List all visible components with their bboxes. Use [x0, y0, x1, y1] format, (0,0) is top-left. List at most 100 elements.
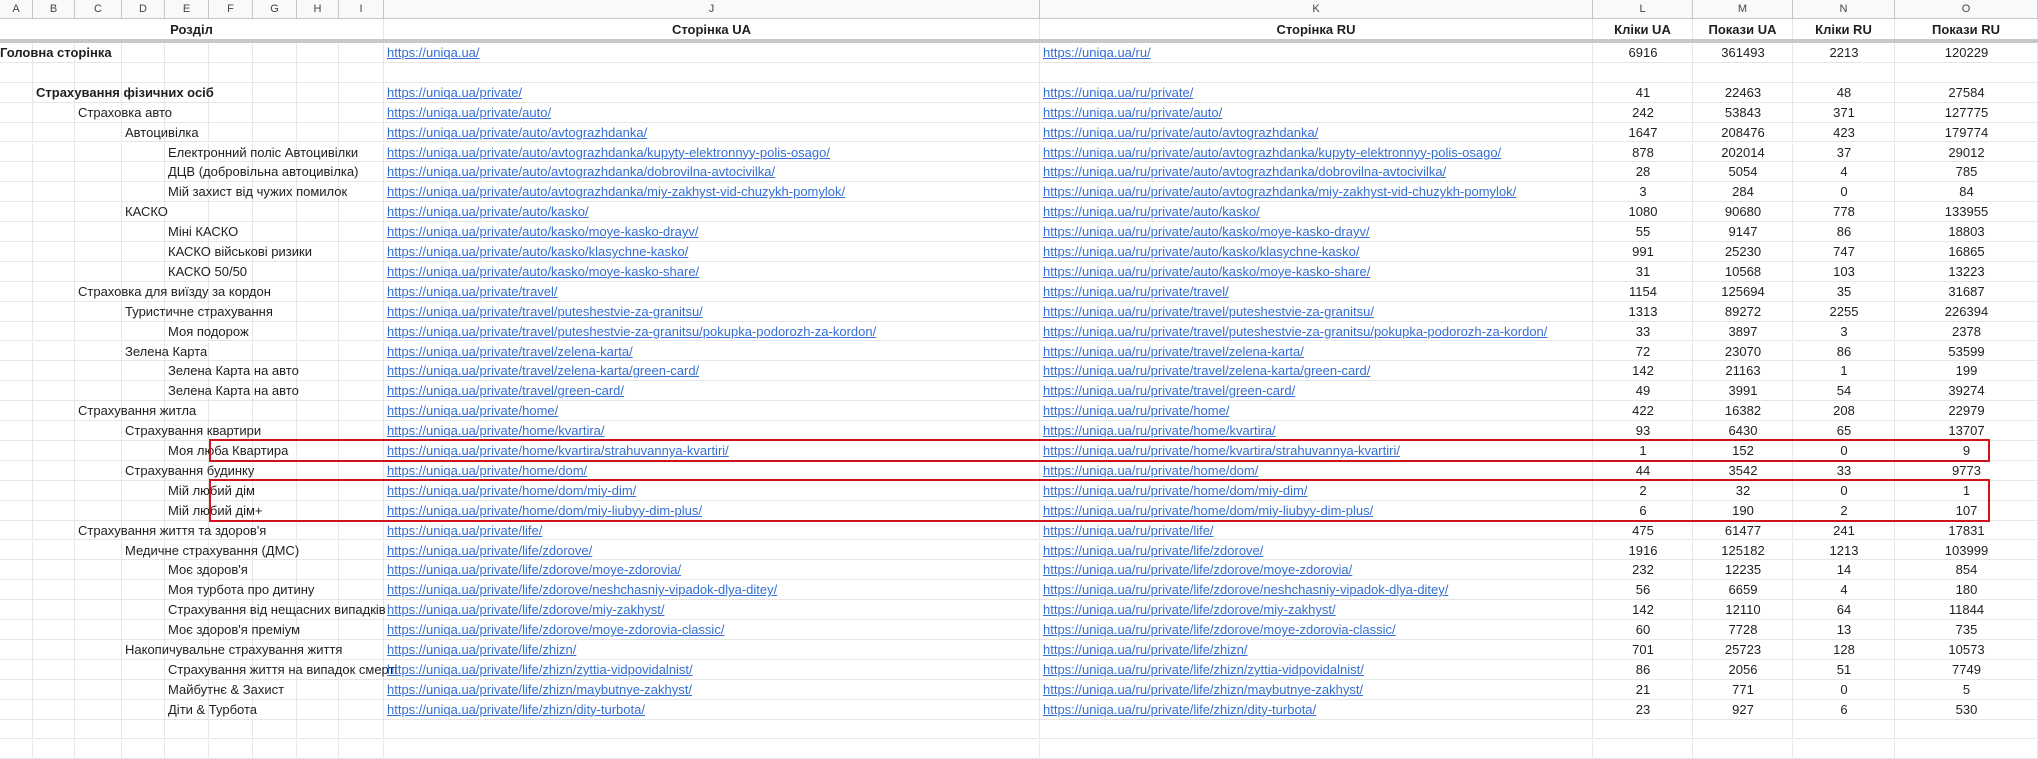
grid-cell[interactable] [0, 421, 33, 441]
clicks-ru-value[interactable]: 0 [1793, 182, 1895, 202]
clicks-ua-value[interactable]: 33 [1593, 322, 1693, 342]
grid-cell[interactable] [33, 202, 75, 222]
impressions-ru-value[interactable]: 103999 [1895, 541, 2038, 561]
impressions-ua-value[interactable]: 7728 [1693, 620, 1793, 640]
page-ua-link[interactable]: https://uniqa.ua/private/life/zdorove/mo… [384, 560, 1040, 580]
clicks-ru-value[interactable]: 371 [1793, 103, 1895, 123]
section-name[interactable]: КАСКО 50/50 [165, 262, 384, 282]
grid-cell[interactable] [122, 560, 165, 580]
grid-cell[interactable] [1040, 740, 1593, 759]
impressions-ua-value[interactable]: 202014 [1693, 143, 1793, 163]
impressions-ua-value[interactable]: 10568 [1693, 262, 1793, 282]
clicks-ua-value[interactable]: 242 [1593, 103, 1693, 123]
grid-cell[interactable] [0, 501, 33, 521]
page-ua-link[interactable]: https://uniqa.ua/private/travel/ [384, 282, 1040, 302]
grid-cell[interactable] [33, 63, 75, 83]
grid-cell[interactable] [33, 421, 75, 441]
clicks-ru-value[interactable]: 14 [1793, 560, 1895, 580]
clicks-ua-value[interactable]: 1313 [1593, 302, 1693, 322]
column-header-m[interactable]: M [1693, 0, 1793, 19]
grid-cell[interactable] [75, 262, 122, 282]
page-ua-link[interactable]: https://uniqa.ua/ [384, 43, 1040, 63]
grid-cell[interactable] [165, 63, 209, 83]
section-name[interactable]: Автоцивілка [122, 123, 384, 143]
impressions-ru-value[interactable]: 29012 [1895, 143, 2038, 163]
grid-cell[interactable] [0, 580, 33, 600]
page-ru-link[interactable]: https://uniqa.ua/ru/private/life/zhizn/m… [1040, 680, 1593, 700]
grid-cell[interactable] [0, 381, 33, 401]
grid-cell[interactable] [0, 660, 33, 680]
impressions-ru-value[interactable]: 530 [1895, 700, 2038, 720]
page-ua-link[interactable]: https://uniqa.ua/private/home/dom/miy-di… [384, 481, 1040, 501]
clicks-ru-value[interactable]: 747 [1793, 242, 1895, 262]
impressions-ru-value[interactable]: 2378 [1895, 322, 2038, 342]
page-ru-link[interactable]: https://uniqa.ua/ru/private/travel/green… [1040, 381, 1593, 401]
impressions-ua-value[interactable]: 6659 [1693, 580, 1793, 600]
grid-cell[interactable] [0, 322, 33, 342]
grid-cell[interactable] [122, 182, 165, 202]
page-ua-link[interactable]: https://uniqa.ua/private/auto/avtograzhd… [384, 162, 1040, 182]
section-name[interactable]: ДЦВ (добровільна автоцивілка) [165, 162, 384, 182]
impressions-ua-value[interactable]: 25230 [1693, 242, 1793, 262]
grid-cell[interactable] [75, 381, 122, 401]
grid-cell[interactable] [75, 441, 122, 461]
grid-cell[interactable] [33, 381, 75, 401]
impressions-ru-value[interactable]: 16865 [1895, 242, 2038, 262]
grid-cell[interactable] [384, 740, 1040, 759]
page-ru-link[interactable]: https://uniqa.ua/ru/private/auto/avtogra… [1040, 162, 1593, 182]
column-header-b[interactable]: B [33, 0, 75, 19]
clicks-ua-value[interactable]: 232 [1593, 560, 1693, 580]
impressions-ru-value[interactable]: 13223 [1895, 262, 2038, 282]
clicks-ua-value[interactable]: 31 [1593, 262, 1693, 282]
clicks-ua-value[interactable]: 3 [1593, 182, 1693, 202]
grid-cell[interactable] [0, 361, 33, 381]
grid-cell[interactable] [0, 162, 33, 182]
grid-cell[interactable] [1895, 720, 2038, 740]
clicks-ua-value[interactable]: 1080 [1593, 202, 1693, 222]
page-ru-link[interactable]: https://uniqa.ua/ru/private/home/ [1040, 401, 1593, 421]
grid-cell[interactable] [1793, 740, 1895, 759]
section-name[interactable]: Майбутнє & Захист [165, 680, 384, 700]
grid-cell[interactable] [0, 282, 33, 302]
clicks-ru-value[interactable]: 4 [1793, 162, 1895, 182]
section-name[interactable]: КАСКО військові ризики [165, 242, 384, 262]
page-ua-link[interactable]: https://uniqa.ua/private/life/zdorove/mi… [384, 600, 1040, 620]
grid-cell[interactable] [33, 322, 75, 342]
section-name[interactable]: Страховка для виїзду за кордон [75, 282, 384, 302]
page-ru-link[interactable]: https://uniqa.ua/ru/private/ [1040, 83, 1593, 103]
grid-cell[interactable] [33, 640, 75, 660]
grid-cell[interactable] [122, 63, 165, 83]
grid-cell[interactable] [0, 143, 33, 163]
clicks-ua-value[interactable]: 49 [1593, 381, 1693, 401]
impressions-ru-value[interactable]: 18803 [1895, 222, 2038, 242]
impressions-ua-value[interactable]: 3897 [1693, 322, 1793, 342]
grid-cell[interactable] [75, 501, 122, 521]
section-name[interactable]: Моє здоров'я [165, 560, 384, 580]
grid-cell[interactable] [33, 580, 75, 600]
grid-cell[interactable] [33, 143, 75, 163]
section-name[interactable]: Страховка авто [75, 103, 384, 123]
impressions-ru-value[interactable]: 84 [1895, 182, 2038, 202]
impressions-ua-value[interactable]: 190 [1693, 501, 1793, 521]
grid-cell[interactable] [33, 521, 75, 541]
grid-cell[interactable] [33, 162, 75, 182]
section-name[interactable]: Зелена Карта на авто [165, 381, 384, 401]
page-ua-link[interactable]: https://uniqa.ua/private/life/zhizn/dity… [384, 700, 1040, 720]
grid-cell[interactable] [33, 103, 75, 123]
grid-cell[interactable] [209, 740, 253, 759]
impressions-ru-value[interactable]: 9773 [1895, 461, 2038, 481]
section-name[interactable]: Страхування життя на випадок смерті [165, 660, 384, 680]
page-ru-link[interactable]: https://uniqa.ua/ru/private/home/dom/ [1040, 461, 1593, 481]
grid-cell[interactable] [122, 700, 165, 720]
section-name[interactable]: Страхування житла [75, 401, 384, 421]
impressions-ua-value[interactable]: 12110 [1693, 600, 1793, 620]
page-ua-link[interactable]: https://uniqa.ua/private/life/zdorove/ne… [384, 580, 1040, 600]
clicks-ua-value[interactable]: 1916 [1593, 541, 1693, 561]
page-ru-link[interactable]: https://uniqa.ua/ru/private/life/zhizn/d… [1040, 700, 1593, 720]
clicks-ru-value[interactable]: 1213 [1793, 541, 1895, 561]
page-ru-link[interactable]: https://uniqa.ua/ru/private/life/ [1040, 521, 1593, 541]
page-ru-link[interactable]: https://uniqa.ua/ru/private/home/dom/miy… [1040, 501, 1593, 521]
grid-cell[interactable] [297, 740, 339, 759]
page-ua-link[interactable]: https://uniqa.ua/private/auto/kasko/moye… [384, 262, 1040, 282]
impressions-ua-value[interactable]: 927 [1693, 700, 1793, 720]
